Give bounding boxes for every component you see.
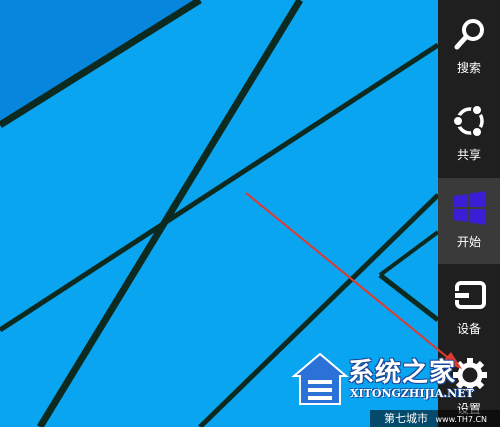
charm-share[interactable]: 共享 — [438, 91, 500, 177]
house-logo-icon — [291, 352, 349, 405]
charm-share-label: 共享 — [456, 148, 481, 162]
windows-logo-icon — [454, 191, 486, 225]
share-icon — [452, 104, 484, 138]
charm-search-label: 搜索 — [456, 61, 481, 75]
search-icon — [454, 19, 484, 50]
charm-start-label: 开始 — [456, 235, 481, 249]
charm-start[interactable]: 开始 — [438, 178, 500, 264]
screen: 搜索 共享 开始 设备 设置 系统之家 XITONGZHIJIA.NET 第七城… — [0, 0, 500, 427]
watermark-banner: 第七城市 www.TH7.CN — [370, 410, 500, 427]
devices-icon — [453, 281, 486, 309]
site-watermark: 系统之家 XITONGZHIJIA.NET — [290, 350, 490, 412]
charm-devices[interactable]: 设备 — [438, 265, 500, 351]
watermark-banner-text: 第七城市 — [384, 412, 428, 425]
charm-search[interactable]: 搜索 — [438, 4, 500, 90]
charm-devices-label: 设备 — [456, 322, 481, 336]
watermark-title: 系统之家 — [348, 358, 457, 388]
watermark-banner-small: www.TH7.CN — [435, 415, 488, 424]
watermark-domain: XITONGZHIJIA.NET — [350, 387, 474, 400]
